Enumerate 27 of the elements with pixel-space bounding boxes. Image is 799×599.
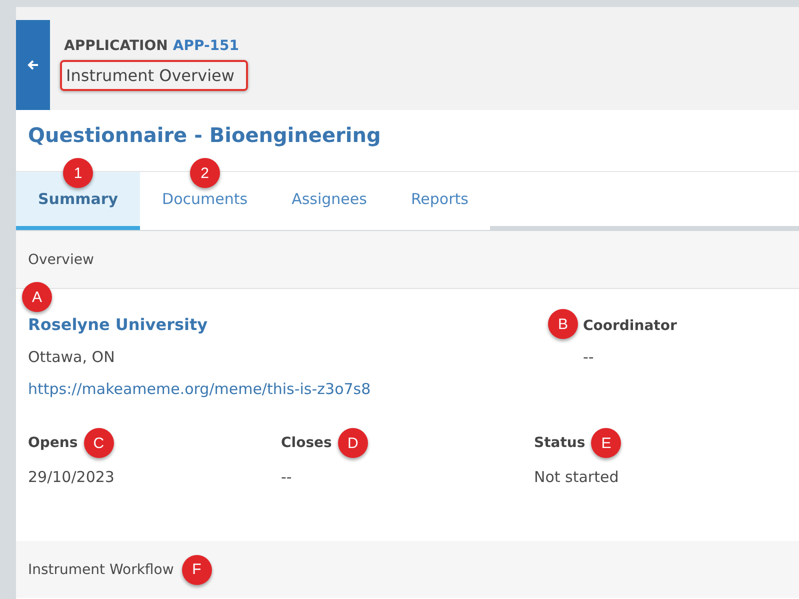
callout-badge: A [22, 282, 52, 312]
page-subtitle: Instrument Overview [60, 60, 248, 91]
callout-badge: 2 [190, 158, 220, 188]
section-title: Overview [28, 252, 94, 268]
field-label: Status [534, 435, 586, 451]
location-text: Ottawa, ON [28, 348, 116, 366]
website-link[interactable]: https://makeameme.org/meme/this-is-z3o7s8 [28, 380, 550, 398]
callout-badge: E [591, 428, 622, 458]
back-button[interactable] [16, 20, 50, 110]
section-title: Instrument Workflow [28, 562, 174, 578]
page-title: Questionnaire - Bioengineering [28, 123, 382, 147]
field-label: Opens [28, 435, 78, 451]
callout-badge: C [84, 428, 114, 458]
back-arrow-icon [27, 59, 39, 71]
field-label: Coordinator [583, 318, 677, 334]
field-value: -- [583, 348, 595, 366]
callout-badge: B [548, 309, 578, 339]
field-label: Closes [281, 435, 332, 451]
field-value: -- [281, 468, 293, 486]
field-value: 29/10/2023 [28, 468, 116, 486]
application-id-link[interactable]: APP-151 [172, 38, 240, 54]
section-label: APPLICATION [64, 38, 168, 54]
field-value: Not started [534, 468, 620, 486]
callout-badge: D [338, 428, 368, 458]
callout-badge: 1 [63, 158, 94, 188]
callout-badge: F [182, 554, 212, 584]
organization-link[interactable]: Roselyne University [28, 315, 208, 334]
